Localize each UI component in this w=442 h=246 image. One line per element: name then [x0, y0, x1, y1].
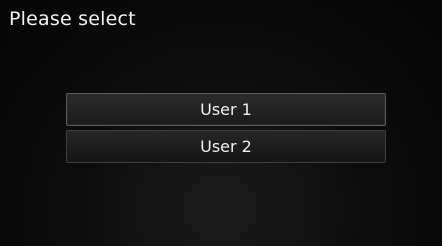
- user-select-screen: Please select User 1 User 2: [0, 0, 442, 246]
- user-2-button[interactable]: User 2: [66, 130, 386, 163]
- user-option-list: User 1 User 2: [66, 93, 386, 163]
- user-1-button[interactable]: User 1: [66, 93, 386, 126]
- page-title: Please select: [9, 8, 136, 30]
